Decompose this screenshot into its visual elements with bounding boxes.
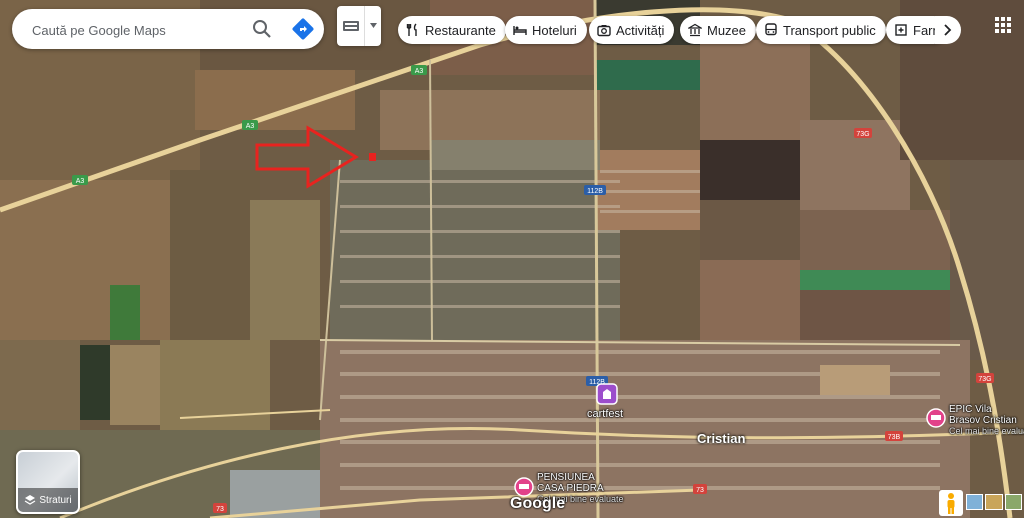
fork-knife-icon bbox=[406, 23, 417, 36]
poi-label-pensiunea-line1: PENSIUNEA bbox=[537, 472, 595, 483]
layers-button[interactable]: Straturi bbox=[16, 450, 80, 514]
poi-label-epic-vila[interactable]: EPIC Vila Brasov Cristian Cel mai bine e… bbox=[949, 404, 1024, 437]
svg-text:A3: A3 bbox=[246, 123, 255, 130]
pharmacy-icon bbox=[895, 24, 907, 36]
svg-text:73B: 73B bbox=[888, 434, 901, 441]
search-box bbox=[12, 9, 324, 49]
svg-text:73: 73 bbox=[216, 506, 224, 513]
imagery-thumb[interactable] bbox=[1004, 494, 1022, 510]
layers-icon bbox=[25, 495, 36, 505]
road-shield-73g: 73G bbox=[854, 128, 872, 138]
road-shield-73: 73 bbox=[213, 503, 227, 513]
imagery-thumbnails[interactable] bbox=[966, 494, 1022, 512]
poi-label-epic-line1: EPIC Vila bbox=[949, 404, 992, 415]
camera-icon bbox=[597, 25, 611, 37]
satellite-map[interactable]: A3 A3 A3 73G 73G 112B 112B 73B 73 73 bbox=[0, 0, 1024, 518]
road-shield-112b: 112B bbox=[584, 185, 606, 195]
road-shield-a3: A3 bbox=[242, 120, 258, 130]
chip-label: Muzee bbox=[707, 22, 747, 38]
svg-text:73G: 73G bbox=[978, 376, 991, 383]
pegman-icon[interactable] bbox=[939, 490, 963, 516]
search-input[interactable] bbox=[30, 19, 239, 41]
poi-label-epic-line2: Brasov Cristian bbox=[949, 415, 1017, 426]
layers-label-row: Straturi bbox=[18, 488, 78, 512]
road-shield-73g: 73G bbox=[976, 373, 994, 383]
imagery-thumb[interactable] bbox=[985, 494, 1003, 510]
google-logo: Google bbox=[510, 495, 566, 512]
imagery-thumb[interactable] bbox=[966, 494, 984, 510]
chip-museums[interactable]: Muzee bbox=[680, 16, 757, 44]
chip-label: Restaurante bbox=[425, 22, 496, 38]
road-shield-a3: A3 bbox=[72, 175, 88, 185]
road-shield-73: 73 bbox=[693, 484, 707, 494]
road-shield-73b: 73B bbox=[885, 431, 903, 441]
directions-icon[interactable] bbox=[291, 17, 315, 41]
map-type-toggle[interactable] bbox=[337, 6, 381, 46]
poi-cartfest-marker[interactable] bbox=[596, 383, 618, 405]
search-icon[interactable] bbox=[250, 17, 274, 41]
chip-activities[interactable]: Activități bbox=[589, 16, 675, 44]
poi-label-cartfest[interactable]: cartfest bbox=[587, 409, 623, 420]
poi-label-pensiunea-line2: CASA PIEDRA bbox=[537, 483, 604, 494]
town-label-cristian[interactable]: Cristian bbox=[697, 431, 745, 446]
chip-label: Activități bbox=[616, 22, 665, 38]
bus-icon bbox=[765, 23, 777, 36]
chip-public-transport[interactable]: Transport public bbox=[756, 16, 886, 44]
svg-text:73G: 73G bbox=[856, 131, 869, 138]
chip-restaurants[interactable]: Restaurante bbox=[398, 16, 506, 44]
road-shield-a3: A3 bbox=[411, 65, 427, 75]
chevron-down-icon[interactable] bbox=[364, 6, 382, 46]
poi-label-epic-line3: Cel mai bine evalua bbox=[949, 426, 1024, 436]
svg-text:A3: A3 bbox=[76, 178, 85, 185]
poi-epic-vila-marker[interactable] bbox=[926, 408, 946, 428]
plot-highlight bbox=[369, 153, 376, 161]
layers-label: Straturi bbox=[39, 494, 72, 506]
museum-icon bbox=[688, 23, 702, 37]
bed-icon bbox=[513, 26, 527, 35]
chip-label: Hoteluri bbox=[532, 22, 577, 38]
chip-hotels[interactable]: Hoteluri bbox=[505, 16, 587, 44]
poi-pensiunea-marker[interactable] bbox=[514, 477, 534, 497]
svg-text:112B: 112B bbox=[587, 188, 603, 195]
chip-label: Transport public bbox=[783, 22, 876, 38]
keyboard-icon bbox=[343, 21, 359, 31]
svg-text:73: 73 bbox=[696, 487, 704, 494]
svg-text:A3: A3 bbox=[415, 68, 424, 75]
apps-grid-icon[interactable] bbox=[994, 16, 1012, 34]
